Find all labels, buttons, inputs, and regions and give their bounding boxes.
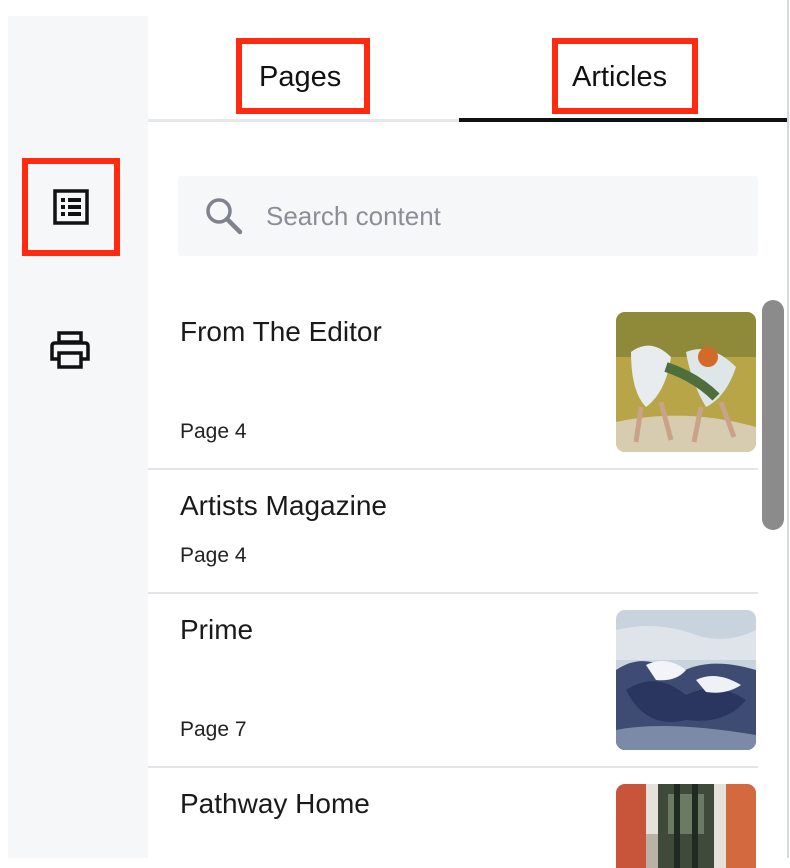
article-title: Pathway Home — [180, 788, 370, 819]
search-input[interactable] — [266, 176, 746, 256]
table-of-contents-icon — [53, 189, 89, 225]
table-of-contents-button[interactable] — [22, 158, 120, 256]
article-title: From The Editor — [180, 316, 382, 347]
article-list: From The Editor Page 4 Artists Magazine … — [148, 296, 758, 868]
article-page: Page 4 — [180, 420, 247, 443]
tab-articles[interactable]: Articles — [459, 0, 788, 122]
article-page: Page 4 — [180, 544, 247, 567]
tab-articles-active-underline — [459, 118, 788, 122]
article-thumbnail — [616, 784, 756, 868]
tab-bar: Pages Articles — [148, 0, 788, 122]
article-page: Page 7 — [180, 718, 247, 741]
list-item[interactable]: Prime Page 7 — [148, 594, 758, 768]
printer-icon — [50, 331, 90, 369]
scrollbar-thumb[interactable] — [762, 300, 784, 530]
list-item[interactable]: Pathway Home — [148, 768, 758, 868]
tab-pages-underline — [148, 119, 459, 122]
print-button[interactable] — [40, 320, 100, 380]
panel-divider — [787, 0, 789, 858]
search-box — [178, 176, 758, 256]
article-title: Prime — [180, 614, 254, 645]
tab-pages[interactable]: Pages — [148, 0, 459, 122]
contents-panel: Pages Articles From The Editor Page 4 — [148, 0, 790, 868]
article-title: Artists Magazine — [180, 490, 387, 521]
article-thumbnail — [616, 312, 756, 452]
tab-pages-label: Pages — [259, 61, 342, 93]
list-item[interactable]: From The Editor Page 4 — [148, 296, 758, 470]
search-icon — [206, 198, 243, 235]
article-thumbnail — [616, 610, 756, 750]
tab-articles-label: Articles — [572, 61, 668, 93]
left-rail — [8, 16, 148, 858]
list-item[interactable]: Artists Magazine Page 4 — [148, 470, 758, 594]
